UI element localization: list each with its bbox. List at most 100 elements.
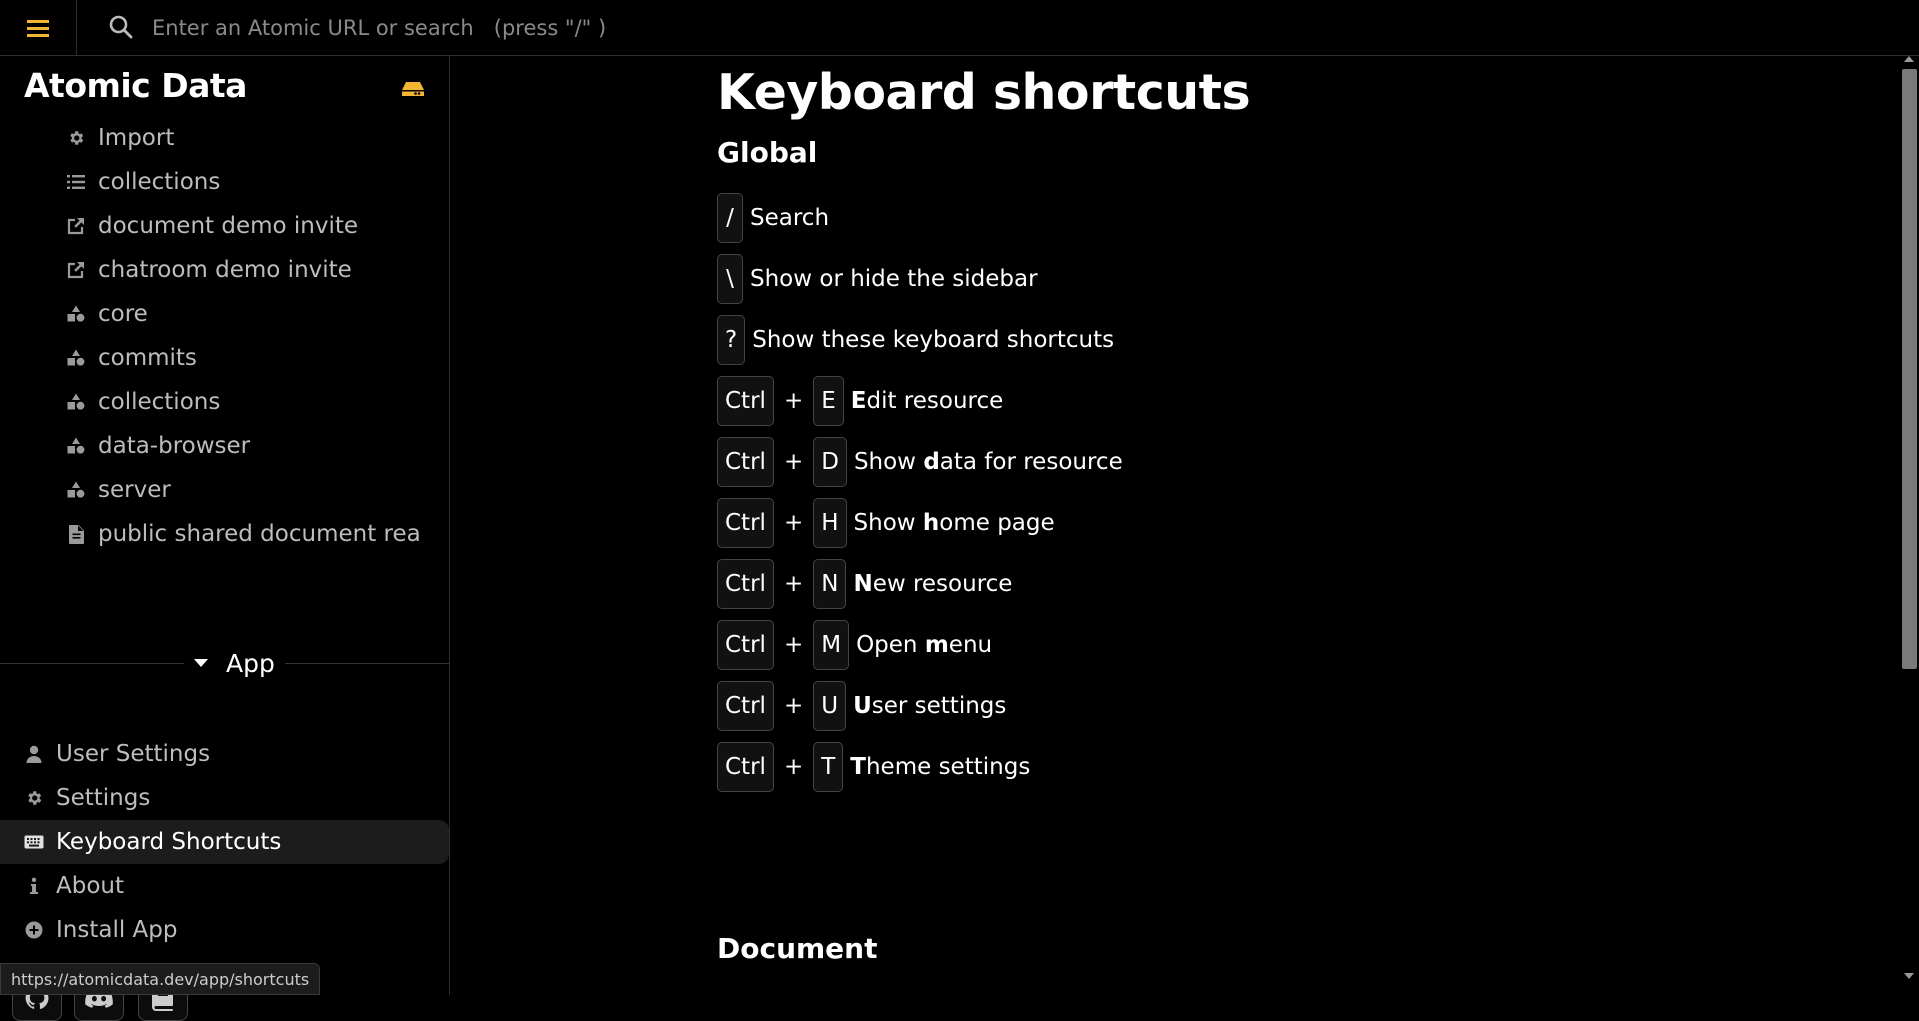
shortcut-desc-key-letter: T	[850, 754, 866, 780]
shortcut-desc-rest: Show these keyboard shortcuts	[752, 327, 1115, 353]
sidebar-resource-item[interactable]: collections	[0, 160, 449, 204]
key-cap: T	[813, 742, 844, 792]
shortcut-desc-rest: heme settings	[865, 754, 1031, 780]
shortcut-desc-prefix: Open	[856, 632, 925, 658]
key-cap: \	[717, 254, 743, 304]
sidebar-resource-item[interactable]: chatroom demo invite	[0, 248, 449, 292]
plus-sign: +	[783, 449, 804, 475]
shortcut-desc-prefix: Show	[853, 449, 924, 475]
share-icon	[66, 216, 86, 236]
key-cap: Ctrl	[717, 681, 774, 731]
key-cap: Ctrl	[717, 742, 774, 792]
app-menu-item-install-app[interactable]: Install App	[0, 908, 449, 952]
app-menu-item-settings[interactable]: Settings	[0, 776, 449, 820]
brand-title[interactable]: Atomic Data	[24, 66, 247, 105]
keyboard-icon	[24, 832, 44, 852]
key-cap: Ctrl	[717, 620, 774, 670]
shapes-icon	[66, 304, 86, 324]
plus-sign: +	[783, 388, 804, 414]
app-menu-item-label: User Settings	[56, 741, 211, 767]
shortcut-description: New resource	[853, 571, 1012, 597]
plus-sign: +	[783, 693, 804, 719]
shapes-icon	[66, 480, 86, 500]
gear-icon	[24, 788, 44, 808]
sidebar-resource-label: server	[98, 477, 171, 503]
section-title-document: Document	[717, 932, 878, 965]
caret-down-icon	[194, 659, 208, 667]
sidebar-resource-label: public shared document rea	[98, 521, 421, 547]
shortcut-desc-rest: Search	[750, 205, 830, 231]
sidebar-resource-item[interactable]: core	[0, 292, 449, 336]
plus-sign: +	[783, 754, 804, 780]
shortcut-description: Show home page	[854, 510, 1055, 536]
app-menu-item-user-settings[interactable]: User Settings	[0, 732, 449, 776]
shortcut-description: Search	[750, 205, 829, 231]
shortcut-row: Ctrl + D Show data for resource	[717, 436, 1123, 488]
shortcut-row: ? Show these keyboard shortcuts	[717, 314, 1114, 366]
sidebar-resource-item[interactable]: data-browser	[0, 424, 449, 468]
shortcut-desc-key-letter: N	[853, 571, 873, 597]
main-scrollbar[interactable]	[1900, 56, 1919, 995]
key-cap: E	[813, 376, 844, 426]
app-menu-item-label: Install App	[56, 917, 178, 943]
shapes-icon	[66, 436, 86, 456]
app-menu-item-about[interactable]: About	[0, 864, 449, 908]
sidebar-resource-label: collections	[98, 169, 221, 195]
shortcut-desc-rest: Show or hide the sidebar	[750, 266, 1038, 292]
scroll-down-arrow-icon[interactable]	[1904, 973, 1914, 979]
app-menu-item-label: About	[56, 873, 125, 899]
plus-circle-icon	[24, 920, 44, 940]
status-bar-url: https://atomicdata.dev/app/shortcuts	[0, 963, 321, 995]
key-cap: D	[813, 437, 847, 487]
app-heading: App	[226, 648, 275, 678]
shortcut-desc-rest: enu	[948, 632, 993, 658]
key-cap: Ctrl	[717, 498, 774, 548]
search-icon	[109, 15, 133, 39]
sidebar-resource-label: commits	[98, 345, 197, 371]
shortcut-desc-key-letter: m	[924, 632, 949, 658]
shortcut-row: Ctrl + N New resource	[717, 558, 1012, 610]
list-icon	[66, 172, 86, 192]
sidebar-resource-label: core	[98, 301, 148, 327]
plus-sign: +	[783, 571, 804, 597]
shortcut-row: Ctrl + H Show home page	[717, 497, 1055, 549]
key-cap: Ctrl	[717, 376, 774, 426]
key-cap: Ctrl	[717, 437, 774, 487]
shortcut-row: Ctrl + T Theme settings	[717, 741, 1030, 793]
app-section-toggle[interactable]: App	[184, 646, 285, 680]
app-menu-list: User Settings Settings Keyboard Shortcuts A…	[0, 732, 449, 952]
top-bar	[0, 0, 1919, 56]
shortcut-row: \ Show or hide the sidebar	[717, 253, 1038, 305]
drive-icon[interactable]	[401, 80, 425, 98]
scroll-up-arrow-icon[interactable]	[1904, 56, 1914, 62]
sidebar-resource-label: collections	[98, 389, 221, 415]
key-cap: M	[813, 620, 850, 670]
scroll-thumb[interactable]	[1902, 69, 1917, 669]
shortcut-row: Ctrl + M Open menu	[717, 619, 992, 671]
plus-sign: +	[783, 632, 804, 658]
sidebar-resource-item[interactable]: public shared document rea	[0, 512, 449, 556]
share-icon	[66, 260, 86, 280]
shortcut-desc-rest: ew resource	[872, 571, 1013, 597]
sidebar-resource-item[interactable]: commits	[0, 336, 449, 380]
sidebar-resource-label: data-browser	[98, 433, 251, 459]
info-icon	[24, 876, 44, 896]
shapes-icon	[66, 348, 86, 368]
sidebar-resource-item[interactable]: document demo invite	[0, 204, 449, 248]
sidebar-resource-item[interactable]: server	[0, 468, 449, 512]
shortcut-desc-rest: ata for resource	[939, 449, 1123, 475]
hamburger-menu-button[interactable]	[0, 0, 77, 55]
sidebar-resource-item[interactable]: Import	[0, 116, 449, 160]
search-input[interactable]	[152, 8, 1052, 48]
sidebar-resource-item[interactable]: collections	[0, 380, 449, 424]
app-menu-item-keyboard-shortcuts[interactable]: Keyboard Shortcuts	[0, 820, 449, 864]
key-cap: ?	[717, 315, 746, 365]
key-cap: H	[813, 498, 847, 548]
shortcut-desc-key-letter: U	[853, 693, 872, 719]
shapes-icon	[66, 392, 86, 412]
document-icon	[66, 524, 86, 544]
section-title-global: Global	[717, 136, 818, 169]
shortcut-desc-prefix: Show	[853, 510, 923, 536]
key-cap: N	[813, 559, 847, 609]
main-content: Keyboard shortcuts Global / Search \ Show o…	[451, 56, 1900, 995]
